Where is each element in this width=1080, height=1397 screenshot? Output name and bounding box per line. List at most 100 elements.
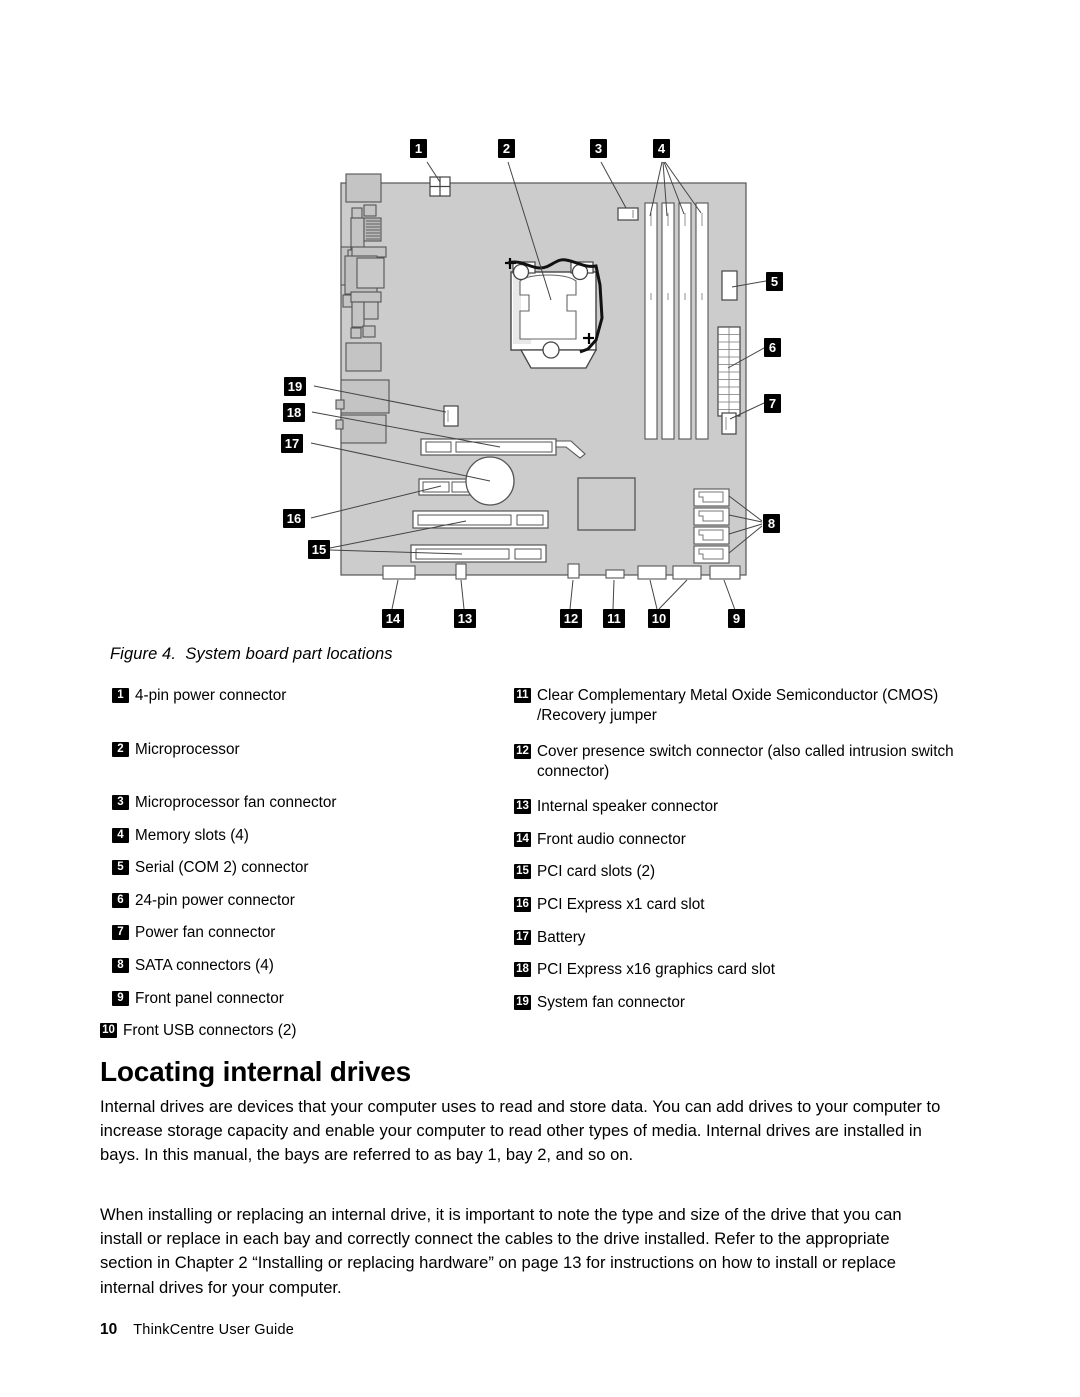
legend-badge: 7 xyxy=(112,925,129,941)
callout-4: 4 xyxy=(653,139,670,158)
front-audio-connector xyxy=(382,565,416,580)
legend-label: Cover presence switch connector (also ca… xyxy=(537,743,954,780)
callout-8: 8 xyxy=(763,514,780,533)
legend-column-right: 11 Clear Complementary Metal Oxide Semic… xyxy=(514,686,969,1018)
page-footer: 10 ThinkCentre User Guide xyxy=(100,1321,294,1339)
legend-label: PCI Express x1 card slot xyxy=(537,896,705,914)
serial-com2-connector xyxy=(721,270,738,301)
footer-page-number: 10 xyxy=(100,1321,118,1338)
footer-guide-title: ThinkCentre User Guide xyxy=(133,1322,294,1338)
system-board-figure: 1 2 3 4 5 6 7 8 9 10 11 12 13 14 15 16 1… xyxy=(0,0,1080,640)
legend-badge: 15 xyxy=(514,864,531,880)
callout-13: 13 xyxy=(454,609,476,628)
legend-badge: 14 xyxy=(514,831,531,847)
callout-18: 18 xyxy=(283,403,305,422)
legend-label: PCI Express x16 graphics card slot xyxy=(537,961,776,979)
pcie-x1-slot xyxy=(418,478,474,496)
callout-5: 5 xyxy=(766,272,783,291)
legend-label: 24-pin power connector xyxy=(135,891,295,909)
legend-badge: 3 xyxy=(112,795,129,811)
internal-speaker-connector xyxy=(455,563,467,580)
legend-label: Microprocessor fan connector xyxy=(135,794,337,812)
legend-item: 5 Serial (COM 2) connector xyxy=(112,858,512,878)
legend-label: Serial (COM 2) connector xyxy=(135,859,309,877)
legend-item: 14 Front audio connector xyxy=(514,830,969,850)
legend-badge: 2 xyxy=(112,741,129,757)
legend-item: 3 Microprocessor fan connector xyxy=(112,793,512,813)
legend-item: 12 Cover presence switch connector (also… xyxy=(514,742,969,781)
legend-item: 16 PCI Express x1 card slot xyxy=(514,895,969,915)
callout-12: 12 xyxy=(560,609,582,628)
callout-2: 2 xyxy=(498,139,515,158)
cover-presence-connector xyxy=(567,563,580,579)
figure-caption: Figure 4. System board part locations xyxy=(110,645,393,663)
legend-label: System fan connector xyxy=(537,993,685,1011)
legend-item: 2 Microprocessor xyxy=(112,740,512,760)
legend-item: 4 Memory slots (4) xyxy=(112,826,512,846)
callout-15: 15 xyxy=(308,540,330,559)
legend-badge: 4 xyxy=(112,827,129,843)
four-pin-power-connector xyxy=(429,176,451,197)
front-usb-connector-1 xyxy=(637,565,667,580)
callout-19: 19 xyxy=(284,377,306,396)
legend-item: 13 Internal speaker connector xyxy=(514,797,969,817)
legend-label: Battery xyxy=(537,928,586,946)
page-title: Locating internal drives xyxy=(100,1056,412,1088)
twentyfour-pin-power-connector xyxy=(717,326,741,417)
callout-17: 17 xyxy=(281,434,303,453)
legend-item: 15 PCI card slots (2) xyxy=(514,862,969,882)
body-paragraph-2: When installing or replacing an internal… xyxy=(100,1204,902,1297)
legend-label: Front USB connectors (2) xyxy=(123,1022,297,1040)
legend-label: Power fan connector xyxy=(135,924,276,942)
legend-column-left: 1 4-pin power connector 2 Microprocessor… xyxy=(100,686,512,1047)
cpu-fan-connector xyxy=(617,207,639,221)
legend-badge: 17 xyxy=(514,929,531,945)
callout-1: 1 xyxy=(410,139,427,158)
legend-label: PCI card slots (2) xyxy=(537,863,656,881)
front-usb-connector-2 xyxy=(672,565,702,580)
system-board-diagram xyxy=(310,161,767,611)
legend-item: 8 SATA connectors (4) xyxy=(112,956,512,976)
callout-16: 16 xyxy=(283,509,305,528)
legend-label: Front panel connector xyxy=(135,989,284,1007)
legend-item: 18 PCI Express x16 graphics card slot xyxy=(514,960,969,980)
legend-item: 9 Front panel connector xyxy=(112,989,512,1009)
legend-label: 4-pin power connector xyxy=(135,687,287,704)
legend-item: 1 4-pin power connector xyxy=(112,686,512,706)
legend-item: 7 Power fan connector xyxy=(112,923,512,943)
legend-item: 19 System fan connector xyxy=(514,993,969,1013)
legend-label: Front audio connector xyxy=(537,830,686,848)
clear-cmos-jumper xyxy=(605,569,625,579)
callout-7: 7 xyxy=(764,394,781,413)
chipset xyxy=(577,477,636,531)
callout-9: 9 xyxy=(728,609,745,628)
callout-14: 14 xyxy=(382,609,404,628)
legend-badge: 19 xyxy=(514,994,531,1010)
callout-10: 10 xyxy=(648,609,670,628)
system-fan-connector xyxy=(443,405,459,427)
legend-badge: 1 xyxy=(112,688,129,703)
legend-item: 17 Battery xyxy=(514,928,969,948)
callout-3: 3 xyxy=(590,139,607,158)
legend-badge: 9 xyxy=(112,990,129,1006)
legend-label: Clear Complementary Metal Oxide Semicond… xyxy=(537,687,939,724)
legend-label: Memory slots (4) xyxy=(135,826,249,844)
legend-badge: 10 xyxy=(100,1023,117,1039)
legend-badge: 6 xyxy=(112,892,129,908)
callout-6: 6 xyxy=(764,338,781,357)
power-fan-connector xyxy=(721,412,737,435)
legend-badge: 11 xyxy=(514,688,531,703)
legend-label: Internal speaker connector xyxy=(537,798,719,816)
body-paragraph-1: Internal drives are devices that your co… xyxy=(100,1096,941,1165)
legend-label: Microprocessor xyxy=(135,740,240,758)
legend-item: 11 Clear Complementary Metal Oxide Semic… xyxy=(514,686,969,725)
legend-badge: 5 xyxy=(112,860,129,876)
legend-label: SATA connectors (4) xyxy=(135,957,274,975)
legend-badge: 18 xyxy=(514,962,531,978)
legend-badge: 16 xyxy=(514,897,531,913)
callout-11: 11 xyxy=(603,609,625,628)
legend-badge: 8 xyxy=(112,958,129,974)
legend-badge: 12 xyxy=(514,744,531,760)
legend-item: 6 24-pin power connector xyxy=(112,891,512,911)
legend-item: 10 Front USB connectors (2) xyxy=(100,1021,512,1041)
